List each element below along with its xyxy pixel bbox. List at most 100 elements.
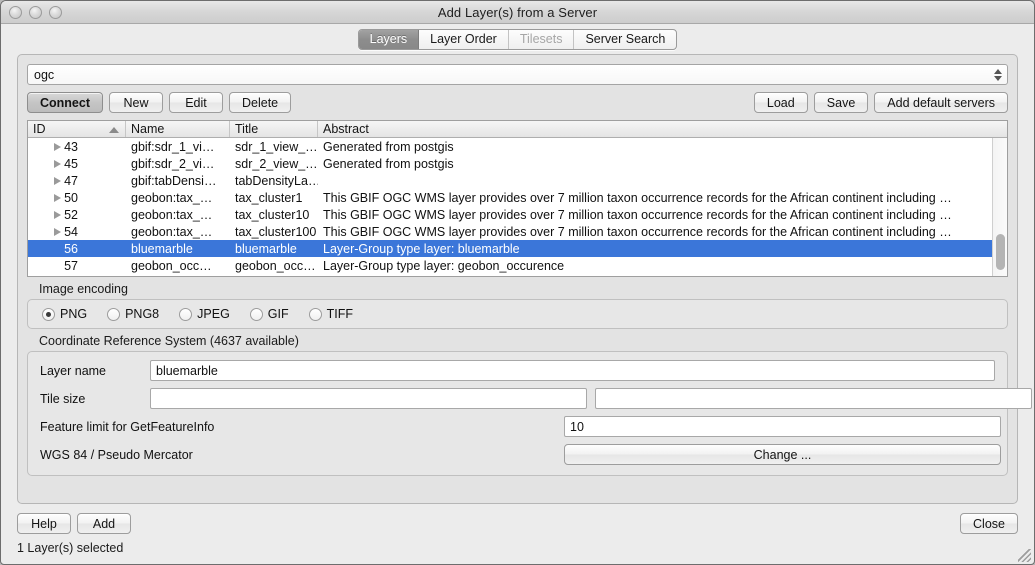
radio-button-icon[interactable]	[250, 308, 263, 321]
expand-triangle-icon[interactable]	[54, 228, 61, 236]
cell-id: 56	[28, 242, 126, 256]
table-row[interactable]: 57 geobon_occ…geobon_occ… Layer-Group type…	[28, 257, 1007, 274]
layer-name-input[interactable]: bluemarble	[150, 360, 995, 381]
table-row[interactable]: 45gbif:sdr_2_vi…sdr_2_view_…Generated fr…	[28, 155, 1007, 172]
radio-encoding-gif[interactable]: GIF	[250, 307, 289, 321]
radio-encoding-tiff[interactable]: TIFF	[309, 307, 353, 321]
tab-server-search[interactable]: Server Search	[574, 30, 676, 49]
cell-abstract: Generated from postgis	[318, 140, 1007, 154]
crs-name-label: WGS 84 / Pseudo Mercator	[40, 448, 564, 462]
edit-button[interactable]: Edit	[169, 92, 223, 113]
window-title: Add Layer(s) from a Server	[1, 5, 1034, 20]
cell-id: 45	[28, 157, 126, 171]
radio-label: PNG8	[125, 307, 159, 321]
radio-encoding-jpeg[interactable]: JPEG	[179, 307, 230, 321]
close-button-icon[interactable]	[9, 6, 22, 19]
table-row[interactable]: 50geobon:tax_…tax_cluster1This GBIF OGC …	[28, 189, 1007, 206]
connection-combobox[interactable]: ogc	[27, 64, 1008, 85]
expand-triangle-icon[interactable]	[54, 143, 61, 151]
cell-id: 47	[28, 174, 126, 188]
expand-triangle-icon[interactable]	[54, 211, 61, 219]
tab-layers[interactable]: Layers	[359, 30, 420, 49]
cell-name: gbif:sdr_2_vi…	[126, 157, 230, 171]
table-row[interactable]: 58geobon_tax_…geobon_tax_…Layer-Group ty…	[28, 274, 1007, 276]
cell-title: sdr_1_view_…	[230, 140, 318, 154]
cell-abstract: Layer-Group type layer: geobon_tax_occur…	[318, 276, 1007, 277]
expand-triangle-icon[interactable]	[54, 194, 61, 202]
cell-title: sdr_2_view_…	[230, 157, 318, 171]
cell-id: 58	[28, 276, 126, 277]
column-header-title[interactable]: Title	[230, 121, 318, 137]
crs-group: Layer name bluemarble Tile size Feature …	[27, 351, 1008, 476]
resize-grip-icon[interactable]	[1018, 549, 1031, 562]
add-layers-dialog: Add Layer(s) from a Server Layers Layer …	[0, 0, 1035, 565]
zoom-button-icon[interactable]	[49, 6, 62, 19]
radio-button-icon[interactable]	[107, 308, 120, 321]
load-button[interactable]: Load	[754, 92, 808, 113]
cell-id: 52	[28, 208, 126, 222]
delete-button[interactable]: Delete	[229, 92, 291, 113]
cell-name: bluemarble	[126, 242, 230, 256]
table-header: ID Name Title Abstract	[28, 121, 1007, 138]
cell-name: geobon:tax_…	[126, 208, 230, 222]
cell-name: gbif:tabDensi…	[126, 174, 230, 188]
feature-limit-label: Feature limit for GetFeatureInfo	[40, 420, 564, 434]
cell-id-value: 56	[52, 242, 78, 256]
change-crs-button[interactable]: Change ...	[564, 444, 1001, 465]
cell-abstract: This GBIF OGC WMS layer provides over 7 …	[318, 208, 1007, 222]
table-row[interactable]: 52geobon:tax_…tax_cluster10This GBIF OGC…	[28, 206, 1007, 223]
cell-abstract: Generated from postgis	[318, 157, 1007, 171]
add-button[interactable]: Add	[77, 513, 131, 534]
cell-id-value: 58	[52, 276, 78, 277]
expand-triangle-icon[interactable]	[54, 160, 61, 168]
cell-name: geobon_occ…	[126, 259, 230, 273]
cell-abstract: This GBIF OGC WMS layer provides over 7 …	[318, 191, 1007, 205]
help-button[interactable]: Help	[17, 513, 71, 534]
table-vertical-scrollbar[interactable]	[992, 138, 1007, 276]
radio-label: PNG	[60, 307, 87, 321]
cell-title: tax_cluster10	[230, 208, 318, 222]
cell-title: tax_cluster100	[230, 225, 318, 239]
table-row[interactable]: 56bluemarblebluemarbleLayer-Group type l…	[28, 240, 1007, 257]
cell-id: 50	[28, 191, 126, 205]
column-header-abstract[interactable]: Abstract	[318, 121, 1007, 137]
save-button[interactable]: Save	[814, 92, 869, 113]
radio-label: GIF	[268, 307, 289, 321]
add-default-servers-button[interactable]: Add default servers	[874, 92, 1008, 113]
minimize-button-icon[interactable]	[29, 6, 42, 19]
radio-button-icon[interactable]	[42, 308, 55, 321]
tile-size-height-input[interactable]	[595, 388, 1032, 409]
column-header-id[interactable]: ID	[28, 121, 126, 137]
table-row[interactable]: 47gbif:tabDensi…tabDensityLa…	[28, 172, 1007, 189]
status-text: 1 Layer(s) selected	[17, 541, 1018, 555]
tab-layer-order[interactable]: Layer Order	[419, 30, 509, 49]
connect-button[interactable]: Connect	[27, 92, 103, 113]
column-header-name[interactable]: Name	[126, 121, 230, 137]
tile-size-row: Tile size	[40, 388, 995, 409]
radio-button-icon[interactable]	[309, 308, 322, 321]
close-button[interactable]: Close	[960, 513, 1018, 534]
expand-triangle-icon[interactable]	[54, 177, 61, 185]
tabbar-area: Layers Layer Order Tilesets Server Searc…	[1, 24, 1034, 54]
cell-title: geobon_occ…	[230, 259, 318, 273]
cell-title: tabDensityLa…	[230, 174, 318, 188]
feature-limit-input[interactable]: 10	[564, 416, 1001, 437]
new-button[interactable]: New	[109, 92, 163, 113]
window-controls	[9, 6, 62, 19]
table-body: 43gbif:sdr_1_vi…sdr_1_view_…Generated fr…	[28, 138, 1007, 276]
footer-buttons: Help Add Close	[17, 513, 1018, 534]
tile-size-width-input[interactable]	[150, 388, 587, 409]
table-row[interactable]: 43gbif:sdr_1_vi…sdr_1_view_…Generated fr…	[28, 138, 1007, 155]
connection-toolbar: Connect New Edit Delete Load Save Add de…	[27, 92, 1008, 113]
table-row[interactable]: 54geobon:tax_…tax_cluster100This GBIF OG…	[28, 223, 1007, 240]
crs-row: WGS 84 / Pseudo Mercator Change ...	[40, 444, 995, 465]
chevron-updown-icon	[994, 69, 1002, 81]
cell-name: geobon:tax_…	[126, 225, 230, 239]
radio-encoding-png[interactable]: PNG	[42, 307, 87, 321]
radio-encoding-png8[interactable]: PNG8	[107, 307, 159, 321]
radio-button-icon[interactable]	[179, 308, 192, 321]
scrollbar-thumb[interactable]	[996, 234, 1005, 270]
image-encoding-label: Image encoding	[39, 282, 1008, 296]
layer-name-label: Layer name	[40, 364, 150, 378]
cell-id-value: 57	[52, 259, 78, 273]
